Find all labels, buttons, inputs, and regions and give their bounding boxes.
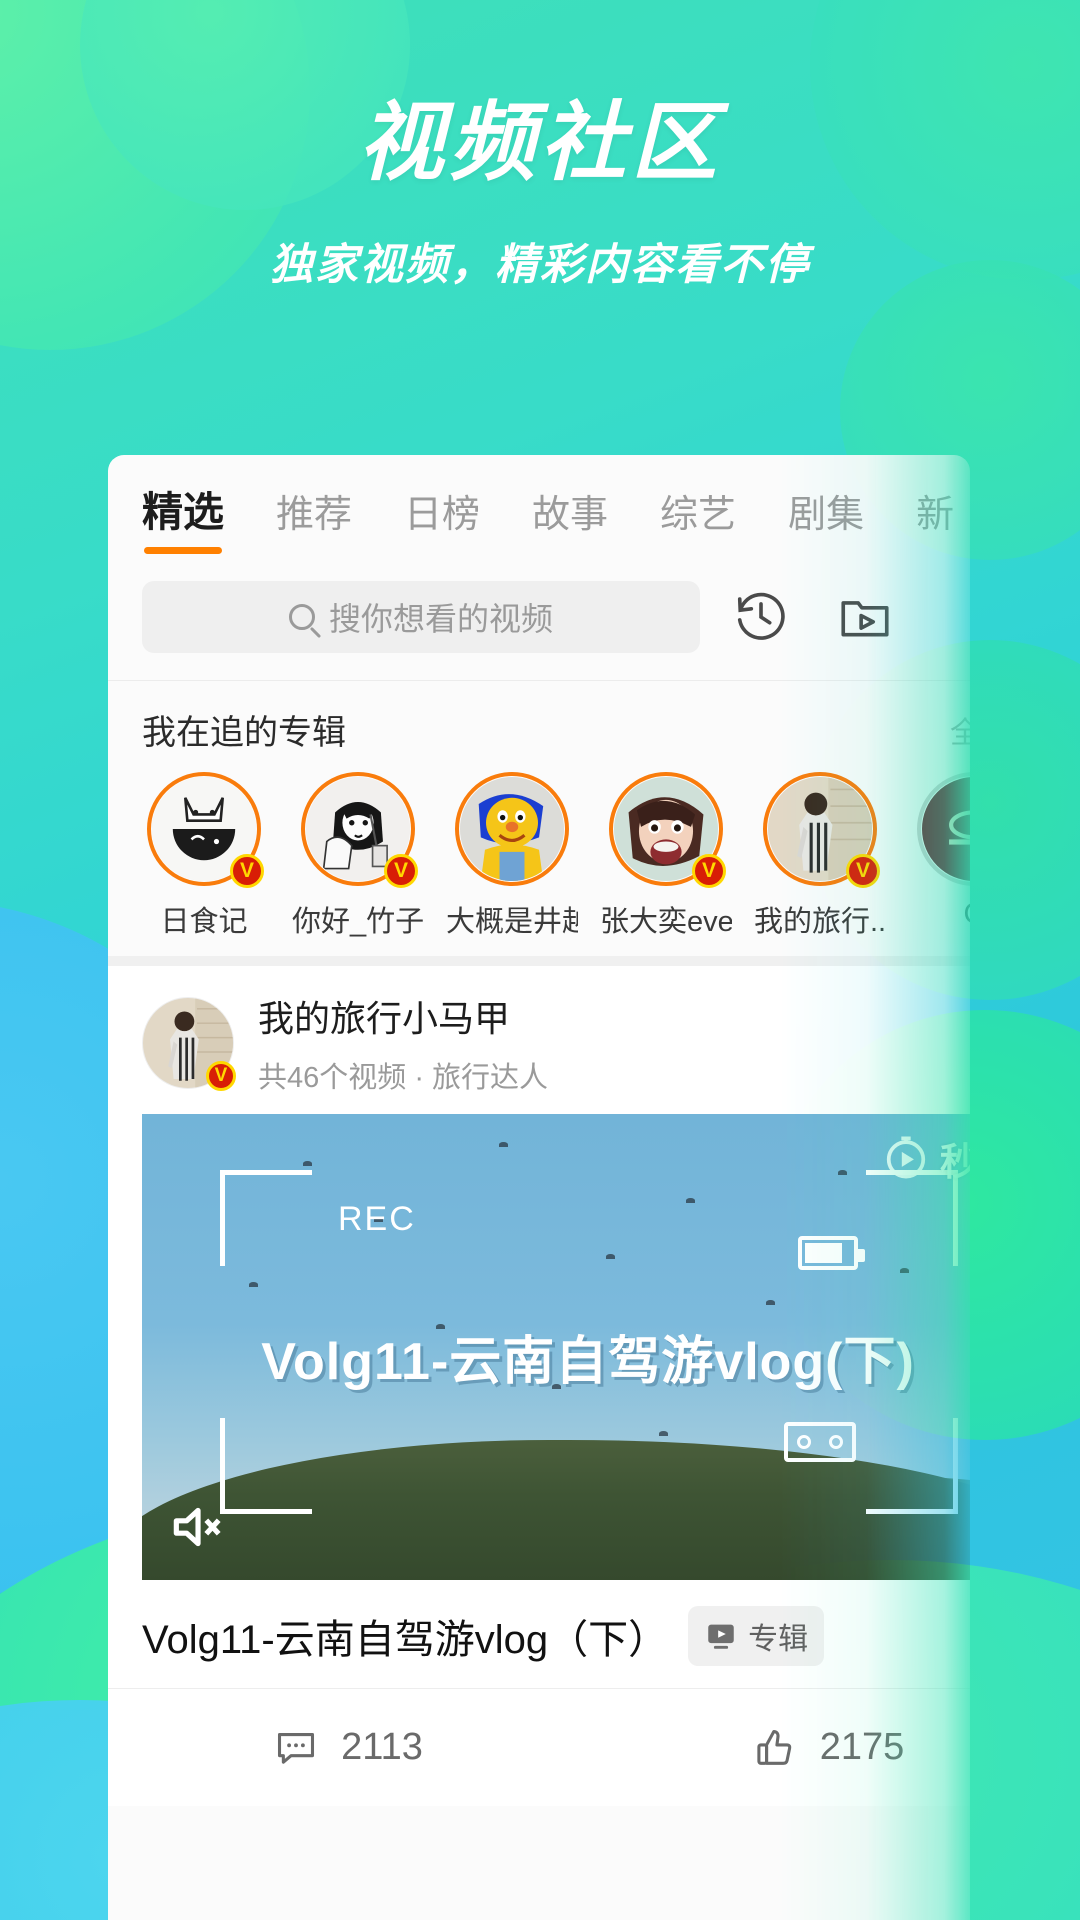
rec-frame-corner [866, 1418, 958, 1514]
view-all-button[interactable]: 全部 [950, 708, 970, 752]
album-name: 日食记 [160, 906, 248, 938]
app-screenshot-card: 精选 推荐 日榜 故事 综艺 剧集 新 搜你想看的视频 我在追的专辑 全 V 日… [108, 455, 970, 1920]
avatar[interactable]: V [147, 772, 264, 888]
blue-hair-puppet-image [460, 777, 564, 881]
video-overlay-title: Volg11-云南自驾游vlog(下) [261, 1333, 915, 1392]
like-count: 2175 [819, 1726, 905, 1768]
verified-badge: V [230, 854, 264, 888]
tab-tuijian[interactable]: 推荐 [276, 483, 352, 560]
feed-user-meta: 共46个视频 · 旅行达人 [258, 1062, 549, 1094]
album-badge[interactable]: 专辑 [688, 1606, 825, 1666]
tab-active-underline [144, 547, 222, 554]
page-subtitle: 独家视频，精彩内容看不停 [270, 241, 810, 290]
album-name: C [908, 898, 970, 931]
section-header: 我在追的专辑 全部 [108, 681, 970, 762]
tab-label: 剧集 [788, 494, 865, 536]
album-item[interactable]: 大概是井越 [446, 772, 578, 940]
video-meta-row: Volg11-云南自驾游vlog（下） 专辑 [108, 1580, 970, 1688]
avatar[interactable]: V [609, 772, 726, 888]
tab-xin[interactable]: 新 [916, 483, 954, 560]
search-input[interactable]: 搜你想看的视频 [142, 581, 700, 653]
category-tab-bar[interactable]: 精选 推荐 日榜 故事 综艺 剧集 新 [108, 455, 970, 560]
tab-label: 新 [916, 494, 955, 536]
folder-play-icon[interactable] [822, 574, 908, 660]
album-item[interactable]: V 张大奕eve [600, 772, 732, 940]
rec-label: REC [338, 1200, 416, 1238]
tab-ribang[interactable]: 日榜 [404, 483, 480, 560]
section-title: 我在追的专辑 [142, 714, 346, 752]
feed-user-row[interactable]: V 我的旅行小马甲 共46个视频 · 旅行达人 ✕ [108, 966, 970, 1114]
hero-section: 视频社区 独家视频，精彩内容看不停 [0, 0, 1080, 292]
comment-button[interactable]: 2113 [108, 1725, 588, 1771]
avatar[interactable]: V [142, 997, 236, 1091]
watermark-text: 秒拍 [939, 1141, 970, 1184]
tab-label: 推荐 [276, 494, 353, 536]
video-actions-row: 2113 2175 [108, 1688, 970, 1806]
album-name: 张大奕eve [600, 906, 732, 938]
history-clock-icon[interactable] [718, 574, 804, 660]
like-button[interactable]: 2175 [588, 1725, 970, 1771]
search-row: 搜你想看的视频 [108, 560, 970, 681]
tab-jingxuan[interactable]: 精选 [142, 478, 224, 560]
avatar[interactable] [455, 772, 569, 886]
search-placeholder: 搜你想看的视频 [328, 601, 553, 637]
album-item[interactable]: V 日食记 [138, 772, 270, 940]
verified-badge: V [384, 854, 418, 888]
comment-count: 2113 [341, 1726, 423, 1768]
following-albums-section: 我在追的专辑 全部 [108, 681, 970, 966]
tab-label: 故事 [532, 494, 609, 536]
battery-icon [798, 1236, 865, 1270]
tab-gushi[interactable]: 故事 [532, 483, 608, 560]
tab-zongyi[interactable]: 综艺 [660, 483, 736, 560]
album-name: 大概是井越 [446, 906, 578, 938]
album-name: 我的旅行... [754, 906, 886, 938]
tab-label: 日榜 [404, 494, 481, 536]
video-feed-card: V 我的旅行小马甲 共46个视频 · 旅行达人 ✕ [108, 966, 970, 1806]
tab-label: 精选 [142, 489, 224, 535]
video-title: Volg11-云南自驾游vlog（下） [142, 1618, 669, 1662]
verified-badge: V [846, 854, 880, 888]
watermark: 秒拍 [878, 1130, 970, 1186]
video-thumbnail[interactable]: REC 秒拍 Volg11-云南自驾游vlog(下) [142, 1114, 970, 1580]
album-avatar-list[interactable]: V 日食记 V 你好_竹子 大概是井越 V 张大奕eve V 我的旅行... [108, 762, 970, 940]
tab-juji[interactable]: 剧集 [788, 483, 864, 560]
album-item[interactable]: V 你好_竹子 [292, 772, 424, 940]
feed-user-name: 我的旅行小马甲 [258, 998, 511, 1039]
page-title: 视频社区 [358, 95, 722, 191]
album-item[interactable]: V 我的旅行... [754, 772, 886, 940]
avatar[interactable]: V [301, 772, 418, 888]
cassette-icon [784, 1422, 856, 1462]
rec-frame-corner [220, 1170, 312, 1266]
avatar[interactable]: V [763, 772, 880, 888]
search-icon [288, 604, 315, 630]
mute-icon[interactable] [166, 1496, 228, 1558]
feed-user-info: 我的旅行小马甲 共46个视频 · 旅行达人 [258, 990, 548, 1096]
rec-frame-corner [220, 1418, 312, 1514]
tab-label: 综艺 [660, 494, 737, 536]
album-item[interactable]: C [908, 772, 970, 940]
verified-badge: V [692, 854, 726, 888]
album-name: 你好_竹子 [292, 906, 424, 938]
avatar[interactable] [917, 772, 970, 886]
album-badge-label: 专辑 [748, 1623, 809, 1656]
verified-badge: V [206, 1061, 236, 1091]
view-all-label: 全部 [950, 716, 970, 750]
